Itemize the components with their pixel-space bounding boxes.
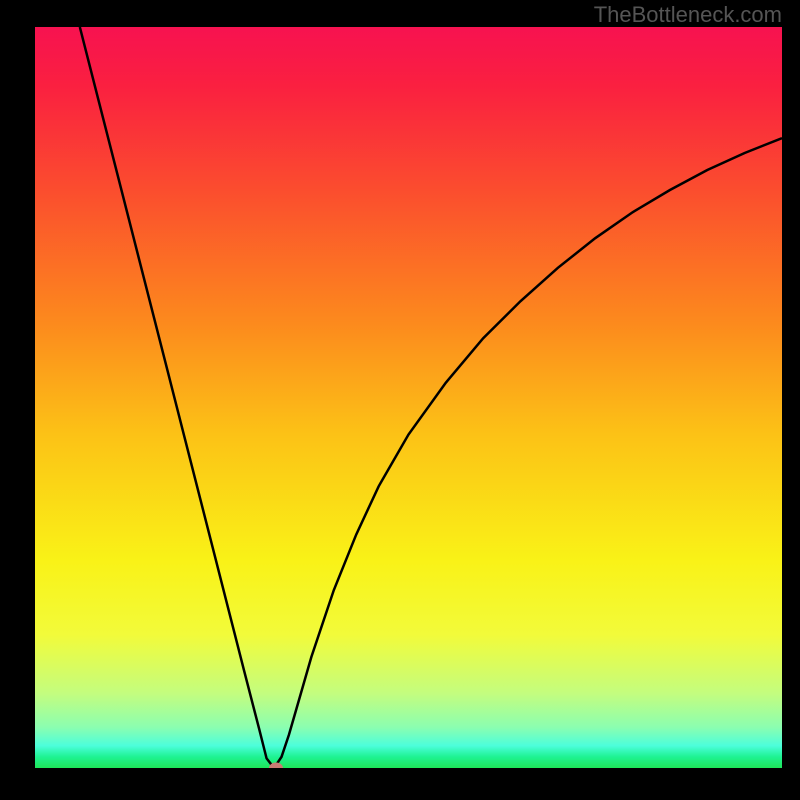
minimum-marker <box>269 763 283 769</box>
plot-area <box>35 27 782 768</box>
watermark-text: TheBottleneck.com <box>594 2 782 28</box>
curve-layer <box>35 27 782 768</box>
bottleneck-curve <box>80 27 782 768</box>
